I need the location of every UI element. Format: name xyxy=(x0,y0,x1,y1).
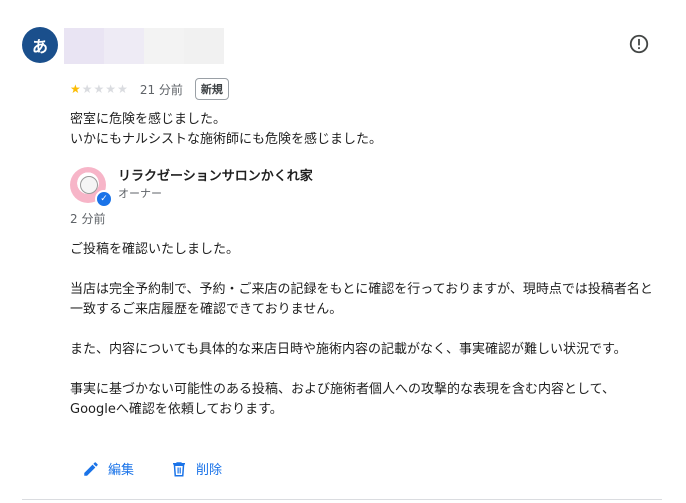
delete-label: 削除 xyxy=(196,463,223,478)
reply-paragraph: 事実に基づかない可能性のある投稿、および施術者個人への攻撃的な表現を含む内容とし… xyxy=(70,382,615,417)
star-rating: ★ ★ ★ ★ ★ xyxy=(70,83,128,95)
star-icon: ★ xyxy=(105,82,117,96)
delete-button[interactable]: 削除 xyxy=(170,459,222,478)
review-time: 21 分前 xyxy=(139,82,183,97)
edit-button[interactable]: 編集 xyxy=(82,459,134,478)
rating-row: ★ ★ ★ ★ ★ 21 分前 新規 xyxy=(70,78,229,100)
star-icon: ★ xyxy=(117,82,128,96)
trash-icon xyxy=(173,461,186,476)
new-badge: 新規 xyxy=(194,78,229,100)
review-line: いかにもナルシストな施術師にも危険を感じました。 xyxy=(70,132,383,147)
reply-actions: 編集 削除 xyxy=(82,459,222,478)
review-text: 密室に危険を感じました。 いかにもナルシストな施術師にも危険を感じました。 xyxy=(70,110,650,150)
reply-time: 2 分前 xyxy=(70,212,106,226)
star-icon: ★ xyxy=(70,82,81,96)
report-review-button[interactable] xyxy=(628,33,650,55)
edit-label: 編集 xyxy=(108,463,135,478)
reviewer-name-redacted xyxy=(64,28,224,64)
owner-name: リラクゼーションサロンかくれ家 xyxy=(118,169,313,184)
reviewer-avatar[interactable]: あ xyxy=(22,27,58,63)
reply-paragraph: また、内容についても具体的な来店日時や施術内容の記載がなく、事実確認が難しい状況… xyxy=(70,342,627,357)
divider xyxy=(22,499,662,500)
owner-header: ✓ リラクゼーションサロンかくれ家 オーナー xyxy=(70,167,313,208)
owner-avatar: ✓ xyxy=(70,167,113,208)
pencil-icon xyxy=(84,461,98,476)
owner-role: オーナー xyxy=(118,187,162,200)
star-icon: ★ xyxy=(81,82,93,96)
verified-icon: ✓ xyxy=(95,190,113,208)
owner-logo-icon xyxy=(80,176,98,194)
reply-paragraph: 当店は完全予約制で、予約・ご来店の記録をもとに確認を行っておりますが、現時点では… xyxy=(70,282,653,317)
alert-icon xyxy=(629,34,649,54)
owner-reply: ご投稿を確認いたしました。 当店は完全予約制で、予約・ご来店の記録をもとに確認を… xyxy=(70,240,660,440)
review-line: 密室に危険を感じました。 xyxy=(70,112,227,127)
reply-paragraph: ご投稿を確認いたしました。 xyxy=(70,242,240,257)
star-icon: ★ xyxy=(93,82,105,96)
